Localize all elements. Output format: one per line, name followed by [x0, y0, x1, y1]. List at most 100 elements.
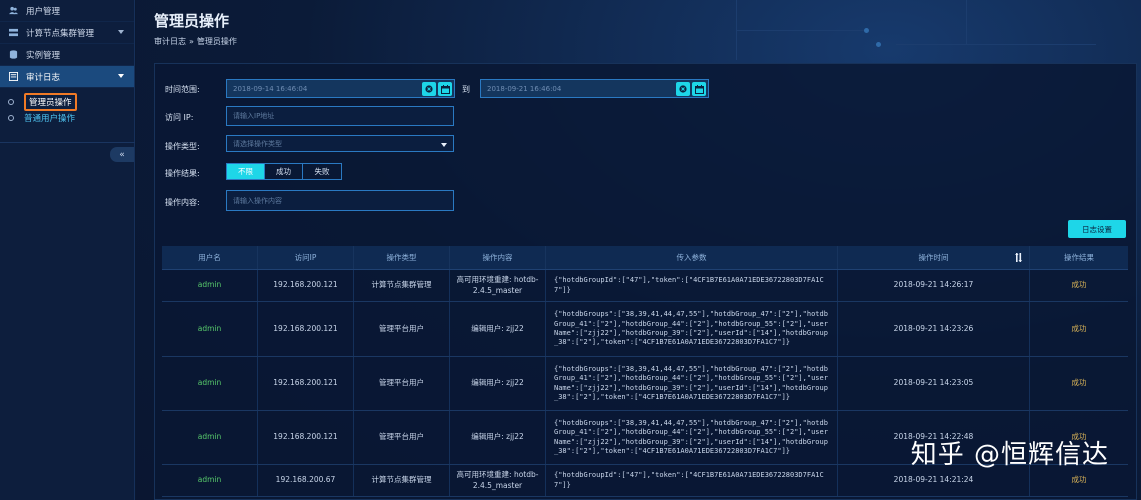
- cell-params: {"hotdbGroupId":["47"],"token":["4CF1B7E…: [546, 270, 838, 301]
- cell-time: 2018-09-21 14:26:17: [838, 270, 1030, 301]
- sidebar-collapse-button[interactable]: «: [110, 147, 134, 162]
- circle-icon: [8, 99, 14, 105]
- sidebar: 用户管理 计算节点集群管理 实例管理 审计日志 管理员操作 普通用户操作 «: [0, 0, 135, 500]
- column-header-time-label: 操作时间: [918, 253, 949, 262]
- subnav-item-label: 管理员操作: [24, 93, 77, 111]
- ip-placeholder: 请输入IP地址: [233, 112, 275, 120]
- double-chevron-left-icon: «: [119, 149, 125, 160]
- log-settings-button[interactable]: 日志设置: [1068, 220, 1126, 238]
- database-icon: [9, 50, 18, 59]
- cell-type: 管理平台用户: [354, 302, 450, 356]
- clear-icon: [425, 85, 433, 93]
- operation-type-select[interactable]: 请选择操作类型: [226, 135, 454, 152]
- column-header-type: 操作类型: [354, 246, 450, 269]
- cell-user: admin: [162, 465, 258, 496]
- cell-user: admin: [162, 302, 258, 356]
- column-header-params: 传入参数: [546, 246, 838, 269]
- sidebar-divider: [0, 142, 135, 143]
- sidebar-item-cluster-management[interactable]: 计算节点集群管理: [0, 22, 134, 44]
- table-row: admin 192.168.200.121 管理平台用户 编辑用户: zjj22…: [162, 302, 1128, 357]
- result-option-success[interactable]: 成功: [265, 164, 303, 179]
- circle-icon: [8, 115, 14, 121]
- cell-ip: 192.168.200.121: [258, 302, 354, 356]
- cell-result: 成功: [1071, 378, 1087, 388]
- cell-params: {"hotdbGroups":["38,39,41,44,47,55"],"ho…: [546, 302, 838, 356]
- cell-ip: 192.168.200.67: [258, 465, 354, 496]
- cell-time: 2018-09-21 14:23:26: [838, 302, 1030, 356]
- column-header-result: 操作结果: [1064, 253, 1094, 262]
- start-time-value: 2018-09-14 16:46:04: [233, 84, 308, 93]
- cell-type: 管理平台用户: [354, 411, 450, 464]
- time-range-label: 时间范围:: [165, 85, 200, 94]
- cell-content: 高可用环境重建: hotdb-2.4.5_master: [450, 465, 546, 496]
- calendar-icon: [694, 84, 704, 94]
- clear-end-time-button[interactable]: [676, 82, 690, 96]
- operation-content-label: 操作内容:: [165, 198, 200, 207]
- operation-result-label: 操作结果:: [165, 169, 200, 178]
- sidebar-item-user-management[interactable]: 用户管理: [0, 0, 134, 22]
- cell-content: 编辑用户: zjj22: [450, 357, 546, 410]
- column-header-ip: 访问IP: [258, 246, 354, 269]
- column-header-user: 用户名: [162, 246, 258, 269]
- cluster-icon: [9, 28, 18, 37]
- sidebar-item-label: 用户管理: [26, 6, 61, 17]
- result-option-any[interactable]: 不限: [227, 164, 265, 179]
- table-header: 用户名 访问IP 操作类型 操作内容 传入参数 操作时间 操作结果: [162, 246, 1128, 270]
- breadcrumb-item-current: 管理员操作: [196, 37, 237, 46]
- start-time-input[interactable]: 2018-09-14 16:46:04: [226, 79, 455, 98]
- ip-label: 访问 IP:: [165, 113, 194, 122]
- subnav-item-user-operations[interactable]: 普通用户操作: [0, 110, 134, 126]
- decor-line: [896, 44, 1096, 45]
- clear-start-time-button[interactable]: [422, 82, 436, 96]
- operation-result-toggle: 不限 成功 失败: [226, 163, 342, 180]
- start-calendar-button[interactable]: [438, 82, 452, 96]
- chevron-down-icon: [118, 30, 124, 34]
- page-title: 管理员操作: [154, 12, 230, 30]
- column-header-time[interactable]: 操作时间: [838, 246, 1030, 269]
- cell-params: {"hotdbGroups":["38,39,41,44,47,55"],"ho…: [546, 357, 838, 410]
- sidebar-item-label: 实例管理: [26, 50, 61, 61]
- cell-content: 编辑用户: zjj22: [450, 411, 546, 464]
- sidebar-item-instance-management[interactable]: 实例管理: [0, 44, 134, 66]
- cell-ip: 192.168.200.121: [258, 357, 354, 410]
- cell-type: 计算节点集群管理: [354, 465, 450, 496]
- cell-time: 2018-09-21 14:23:05: [838, 357, 1030, 410]
- breadcrumb-separator: »: [189, 37, 194, 46]
- sort-icon[interactable]: [1015, 253, 1023, 262]
- cell-user: admin: [162, 357, 258, 410]
- decor-line: [966, 0, 967, 44]
- cell-result: 成功: [1071, 323, 1087, 333]
- cell-type: 计算节点集群管理: [354, 270, 450, 301]
- decor-line: [736, 30, 866, 31]
- operation-type-label: 操作类型:: [165, 142, 200, 151]
- audit-log-subnav: 管理员操作 普通用户操作: [0, 88, 134, 134]
- cell-content: 编辑用户: zjj22: [450, 302, 546, 356]
- log-icon: [9, 72, 18, 81]
- end-time-input[interactable]: 2018-09-21 16:46:04: [480, 79, 709, 98]
- operation-type-placeholder: 请选择操作类型: [233, 139, 282, 148]
- sidebar-item-audit-log[interactable]: 审计日志: [0, 66, 134, 88]
- operation-content-input[interactable]: 请输入操作内容: [226, 190, 454, 211]
- end-time-value: 2018-09-21 16:46:04: [487, 84, 562, 93]
- calendar-icon: [440, 84, 450, 94]
- to-label: 到: [462, 85, 470, 94]
- cell-params: {"hotdbGroups":["38,39,41,44,47,55"],"ho…: [546, 411, 838, 464]
- chevron-down-icon: [441, 143, 447, 147]
- sidebar-item-label: 计算节点集群管理: [26, 28, 95, 39]
- table-row: admin 192.168.200.121 管理平台用户 编辑用户: zjj22…: [162, 357, 1128, 411]
- end-calendar-button[interactable]: [692, 82, 706, 96]
- breadcrumb-item-audit-log[interactable]: 审计日志: [154, 37, 186, 46]
- subnav-item-admin-operations[interactable]: 管理员操作: [0, 93, 134, 111]
- cell-type: 管理平台用户: [354, 357, 450, 410]
- cell-result: 成功: [1071, 280, 1087, 290]
- result-option-failure[interactable]: 失败: [303, 164, 341, 179]
- chevron-down-icon: [118, 74, 124, 78]
- column-header-content: 操作内容: [450, 246, 546, 269]
- table-row: admin 192.168.200.121 计算节点集群管理 高可用环境重建: …: [162, 270, 1128, 302]
- decor-node: [876, 42, 881, 47]
- main-content: 管理员操作 审计日志» 管理员操作 时间范围: 2018-09-14 16:46:…: [136, 0, 1141, 500]
- cell-content: 高可用环境重建: hotdb-2.4.5_master: [450, 270, 546, 301]
- sidebar-item-label: 审计日志: [26, 72, 61, 83]
- ip-input[interactable]: 请输入IP地址: [226, 106, 454, 126]
- cell-ip: 192.168.200.121: [258, 270, 354, 301]
